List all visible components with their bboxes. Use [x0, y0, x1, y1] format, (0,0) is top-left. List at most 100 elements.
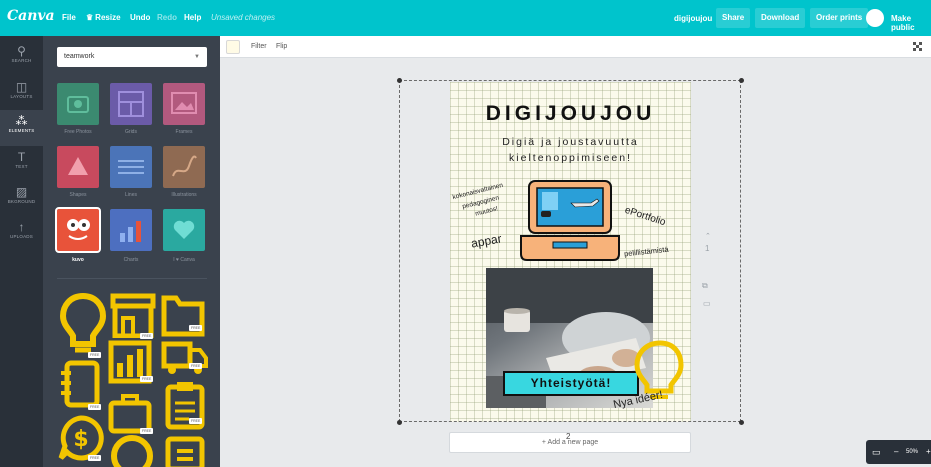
category-charts[interactable] — [110, 209, 152, 251]
search-icon: ⚲ — [17, 44, 26, 58]
sidebar-item-label: LAYOUTS — [10, 94, 33, 99]
category-label: Shapes — [69, 192, 87, 198]
sidebar-item-label: UPLOADS — [10, 234, 33, 239]
shapes-icon — [68, 157, 88, 175]
category-label: I ♥ Canva — [173, 257, 195, 263]
background-icon: ▨ — [15, 185, 28, 199]
category-grids[interactable] — [110, 83, 152, 125]
flip-button[interactable]: Flip — [276, 43, 287, 50]
background-color-swatch[interactable] — [226, 40, 240, 54]
sidebar-item-uploads[interactable]: ↑ UPLOADS — [0, 216, 43, 252]
elements-icon: ⁂ — [15, 114, 28, 128]
upload-icon: ↑ — [18, 220, 25, 234]
sidebar-item-layouts[interactable]: ◫ LAYOUTS — [0, 76, 43, 112]
undo-button[interactable]: Undo — [130, 13, 150, 22]
file-menu[interactable]: File — [62, 13, 76, 22]
sidebar-item-label: ELEMENTS — [8, 128, 35, 133]
top-bar: Canva File ♛ Resize Undo Redo Help Unsave… — [0, 0, 931, 36]
category-label: Lines — [125, 192, 137, 198]
document-icon[interactable] — [163, 433, 207, 467]
category-label: kuvo — [72, 257, 84, 263]
zoom-level[interactable]: 50% — [906, 440, 918, 464]
category-kuvo[interactable] — [55, 207, 101, 253]
elements-panel: teamwork ▼ Free Photos Grids Frames Shap… — [43, 36, 220, 467]
category-shapes[interactable] — [57, 146, 99, 188]
order-prints-button[interactable]: Order prints — [810, 8, 869, 28]
duplicate-page-icon[interactable]: ⧉ — [702, 281, 708, 291]
layouts-icon: ◫ — [15, 80, 28, 94]
notebook-icon[interactable] — [59, 359, 103, 409]
transparency-icon[interactable] — [913, 42, 922, 51]
illustration-icon — [172, 155, 197, 177]
zoom-in-button[interactable]: + — [926, 440, 931, 464]
category-i-love-canva[interactable] — [163, 209, 205, 251]
move-up-icon[interactable]: ⌃ — [705, 232, 711, 240]
resize-button[interactable]: ♛ Resize — [86, 13, 121, 22]
sidebar-item-text[interactable]: T TEXT — [0, 146, 43, 182]
panel-divider — [57, 278, 207, 279]
free-badge: FREE — [88, 404, 102, 410]
zoom-out-button[interactable]: – — [894, 440, 898, 464]
category-label: Illustrations — [171, 192, 197, 198]
share-button[interactable]: Share — [716, 8, 751, 28]
canva-heart-icon — [173, 220, 195, 239]
search-input[interactable]: teamwork ▼ — [57, 47, 207, 67]
category-free-photos[interactable] — [57, 83, 99, 125]
delete-page-icon[interactable]: ▭ — [703, 299, 711, 308]
save-status: Unsaved changes — [211, 13, 276, 22]
sidebar-item-search[interactable]: ⚲ SEARCH — [0, 40, 43, 76]
resize-handle[interactable] — [397, 78, 402, 83]
lightbulb-icon[interactable] — [59, 292, 107, 356]
sidebar-item-background[interactable]: ▨ BKGROUND — [0, 181, 43, 217]
filter-button[interactable]: Filter — [251, 43, 267, 50]
kuvo-icon — [67, 219, 90, 240]
selection-box — [399, 80, 741, 422]
truck-icon[interactable] — [160, 338, 208, 378]
store-icon[interactable] — [109, 292, 157, 338]
category-lines[interactable] — [110, 146, 152, 188]
free-badge: FREE — [88, 455, 102, 461]
sidebar-item-label: BKGROUND — [7, 199, 36, 204]
make-public-button[interactable]: Make public — [891, 14, 931, 32]
canva-logo[interactable]: Canva — [7, 8, 55, 24]
sidebar-item-label: SEARCH — [11, 58, 32, 63]
resize-handle[interactable] — [739, 78, 744, 83]
search-value: teamwork — [64, 53, 95, 60]
free-badge: FREE — [189, 363, 203, 369]
grid-icon — [118, 91, 144, 117]
help-menu[interactable]: Help — [184, 13, 201, 22]
text-icon: T — [17, 150, 26, 164]
category-label: Frames — [175, 129, 193, 135]
avatar[interactable] — [866, 9, 884, 27]
chevron-down-icon[interactable]: ▼ — [194, 47, 200, 67]
free-badge: FREE — [189, 325, 203, 331]
circle-icon[interactable] — [109, 434, 155, 467]
redo-button[interactable]: Redo — [157, 13, 177, 22]
category-frames[interactable] — [163, 83, 205, 125]
frame-icon — [171, 92, 197, 114]
resize-handle[interactable] — [739, 420, 744, 425]
chart-icon — [120, 221, 141, 242]
svg-text:$: $ — [73, 427, 88, 452]
resize-label: Resize — [95, 13, 121, 22]
resize-handle[interactable] — [397, 420, 402, 425]
free-badge: FREE — [189, 418, 203, 424]
free-badge: FREE — [88, 352, 102, 358]
free-badge: FREE — [140, 376, 154, 382]
category-illustrations[interactable] — [163, 146, 205, 188]
category-label: Grids — [125, 129, 137, 135]
category-label: Free Photos — [64, 129, 92, 135]
folder-icon[interactable] — [160, 292, 206, 338]
sidebar-item-elements[interactable]: ⁂ ELEMENTS — [0, 110, 43, 146]
crown-icon: ♛ — [86, 13, 94, 22]
design-title[interactable]: digijoujou — [674, 14, 712, 23]
canva-editor: Canva File ♛ Resize Undo Redo Help Unsave… — [0, 0, 931, 467]
zoom-control: ▭ – 50% + — [866, 440, 931, 464]
category-label: Charts — [123, 257, 139, 263]
sidebar-item-label: TEXT — [15, 164, 28, 169]
editor-toolbar: Filter Flip — [220, 36, 931, 58]
present-icon[interactable]: ▭ — [872, 440, 881, 464]
sidebar: ⚲ SEARCH ◫ LAYOUTS ⁂ ELEMENTS T TEXT ▨ B… — [0, 36, 43, 467]
camera-icon — [67, 96, 89, 113]
download-button[interactable]: Download — [755, 8, 806, 28]
